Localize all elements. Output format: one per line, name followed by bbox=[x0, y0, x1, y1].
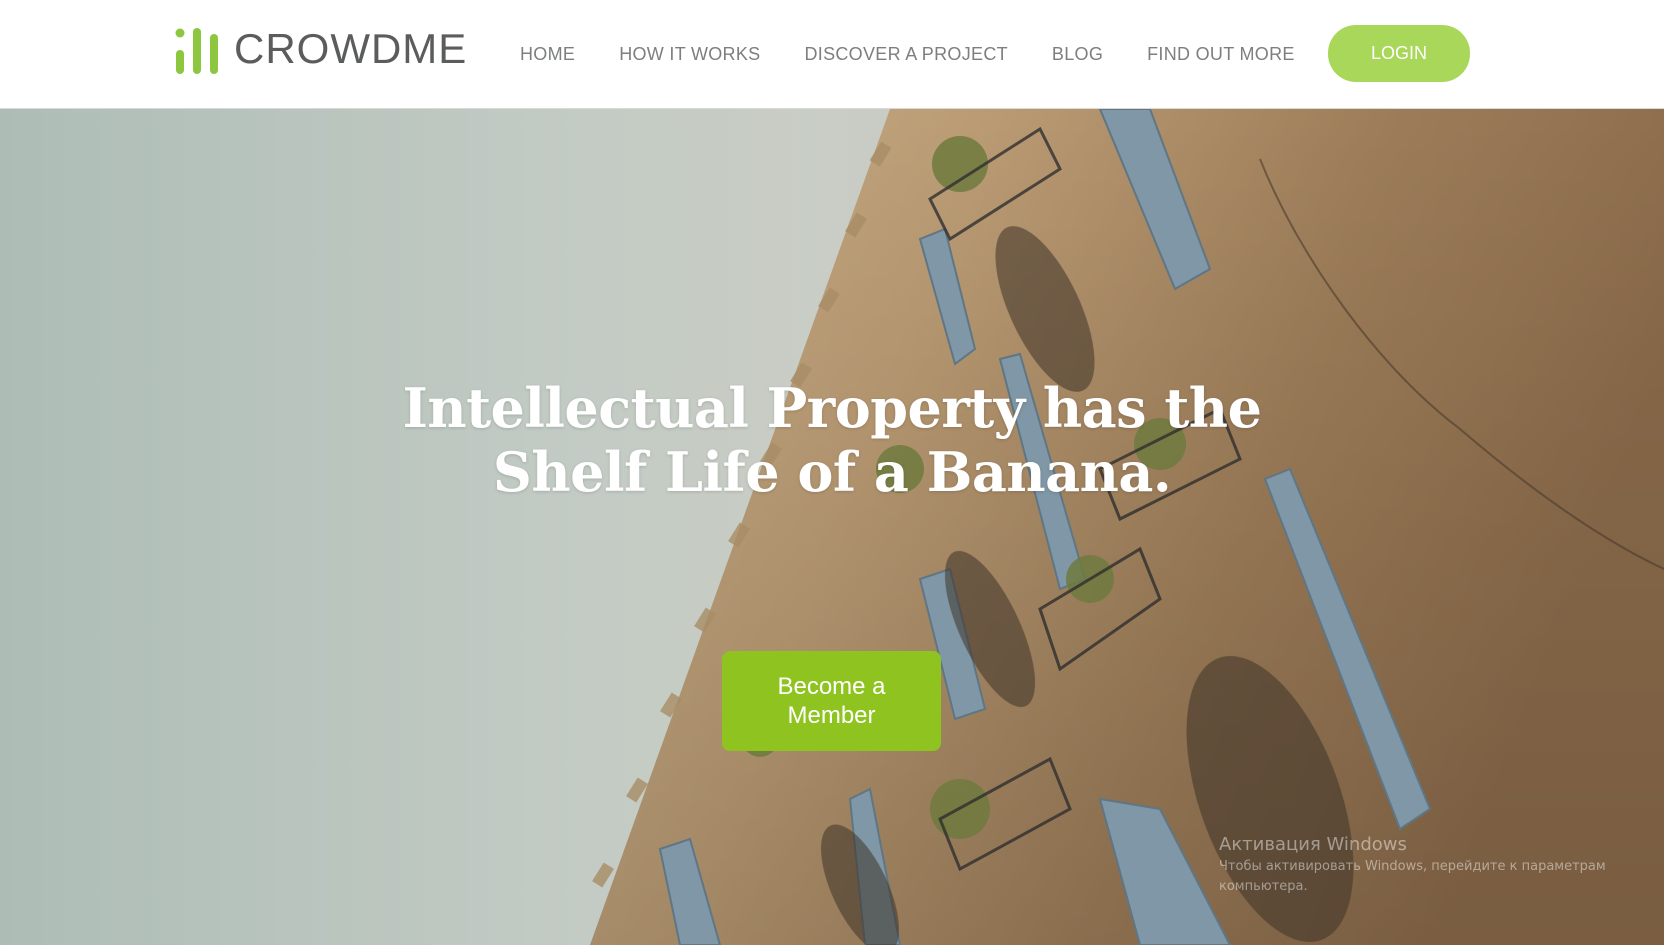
nav-find-out-more[interactable]: FIND OUT MORE bbox=[1147, 40, 1295, 68]
main-nav: HOME HOW IT WORKS DISCOVER A PROJECT BLO… bbox=[520, 40, 1339, 68]
nav-home[interactable]: HOME bbox=[520, 40, 575, 68]
hero-title: Intellectual Property has the Shelf Life… bbox=[300, 376, 1364, 504]
hero-title-line1: Intellectual Property has the bbox=[402, 376, 1262, 440]
login-button[interactable]: LOGIN bbox=[1328, 25, 1470, 82]
hero-background-image bbox=[590, 109, 1664, 945]
nav-how-it-works[interactable]: HOW IT WORKS bbox=[619, 40, 760, 68]
windows-activation-watermark: Активация Windows Чтобы активировать Win… bbox=[1219, 833, 1639, 897]
watermark-line1: Чтобы активировать Windows, перейдите к … bbox=[1219, 859, 1606, 874]
nav-blog[interactable]: BLOG bbox=[1052, 40, 1103, 68]
brand-logo[interactable]: CROWDME bbox=[174, 22, 467, 76]
hero-title-line2: Shelf Life of a Banana. bbox=[492, 440, 1172, 504]
bar-chart-logo-icon bbox=[175, 28, 218, 74]
watermark-title: Активация Windows bbox=[1219, 834, 1407, 855]
watermark-line2: компьютера. bbox=[1219, 879, 1308, 894]
hero-section: Intellectual Property has the Shelf Life… bbox=[0, 109, 1664, 945]
become-member-button[interactable]: Become a Member bbox=[722, 651, 941, 751]
site-header: CROWDME HOME HOW IT WORKS DISCOVER A PRO… bbox=[0, 0, 1664, 109]
nav-discover-project[interactable]: DISCOVER A PROJECT bbox=[804, 40, 1007, 68]
brand-name: CROWDME bbox=[234, 25, 468, 72]
